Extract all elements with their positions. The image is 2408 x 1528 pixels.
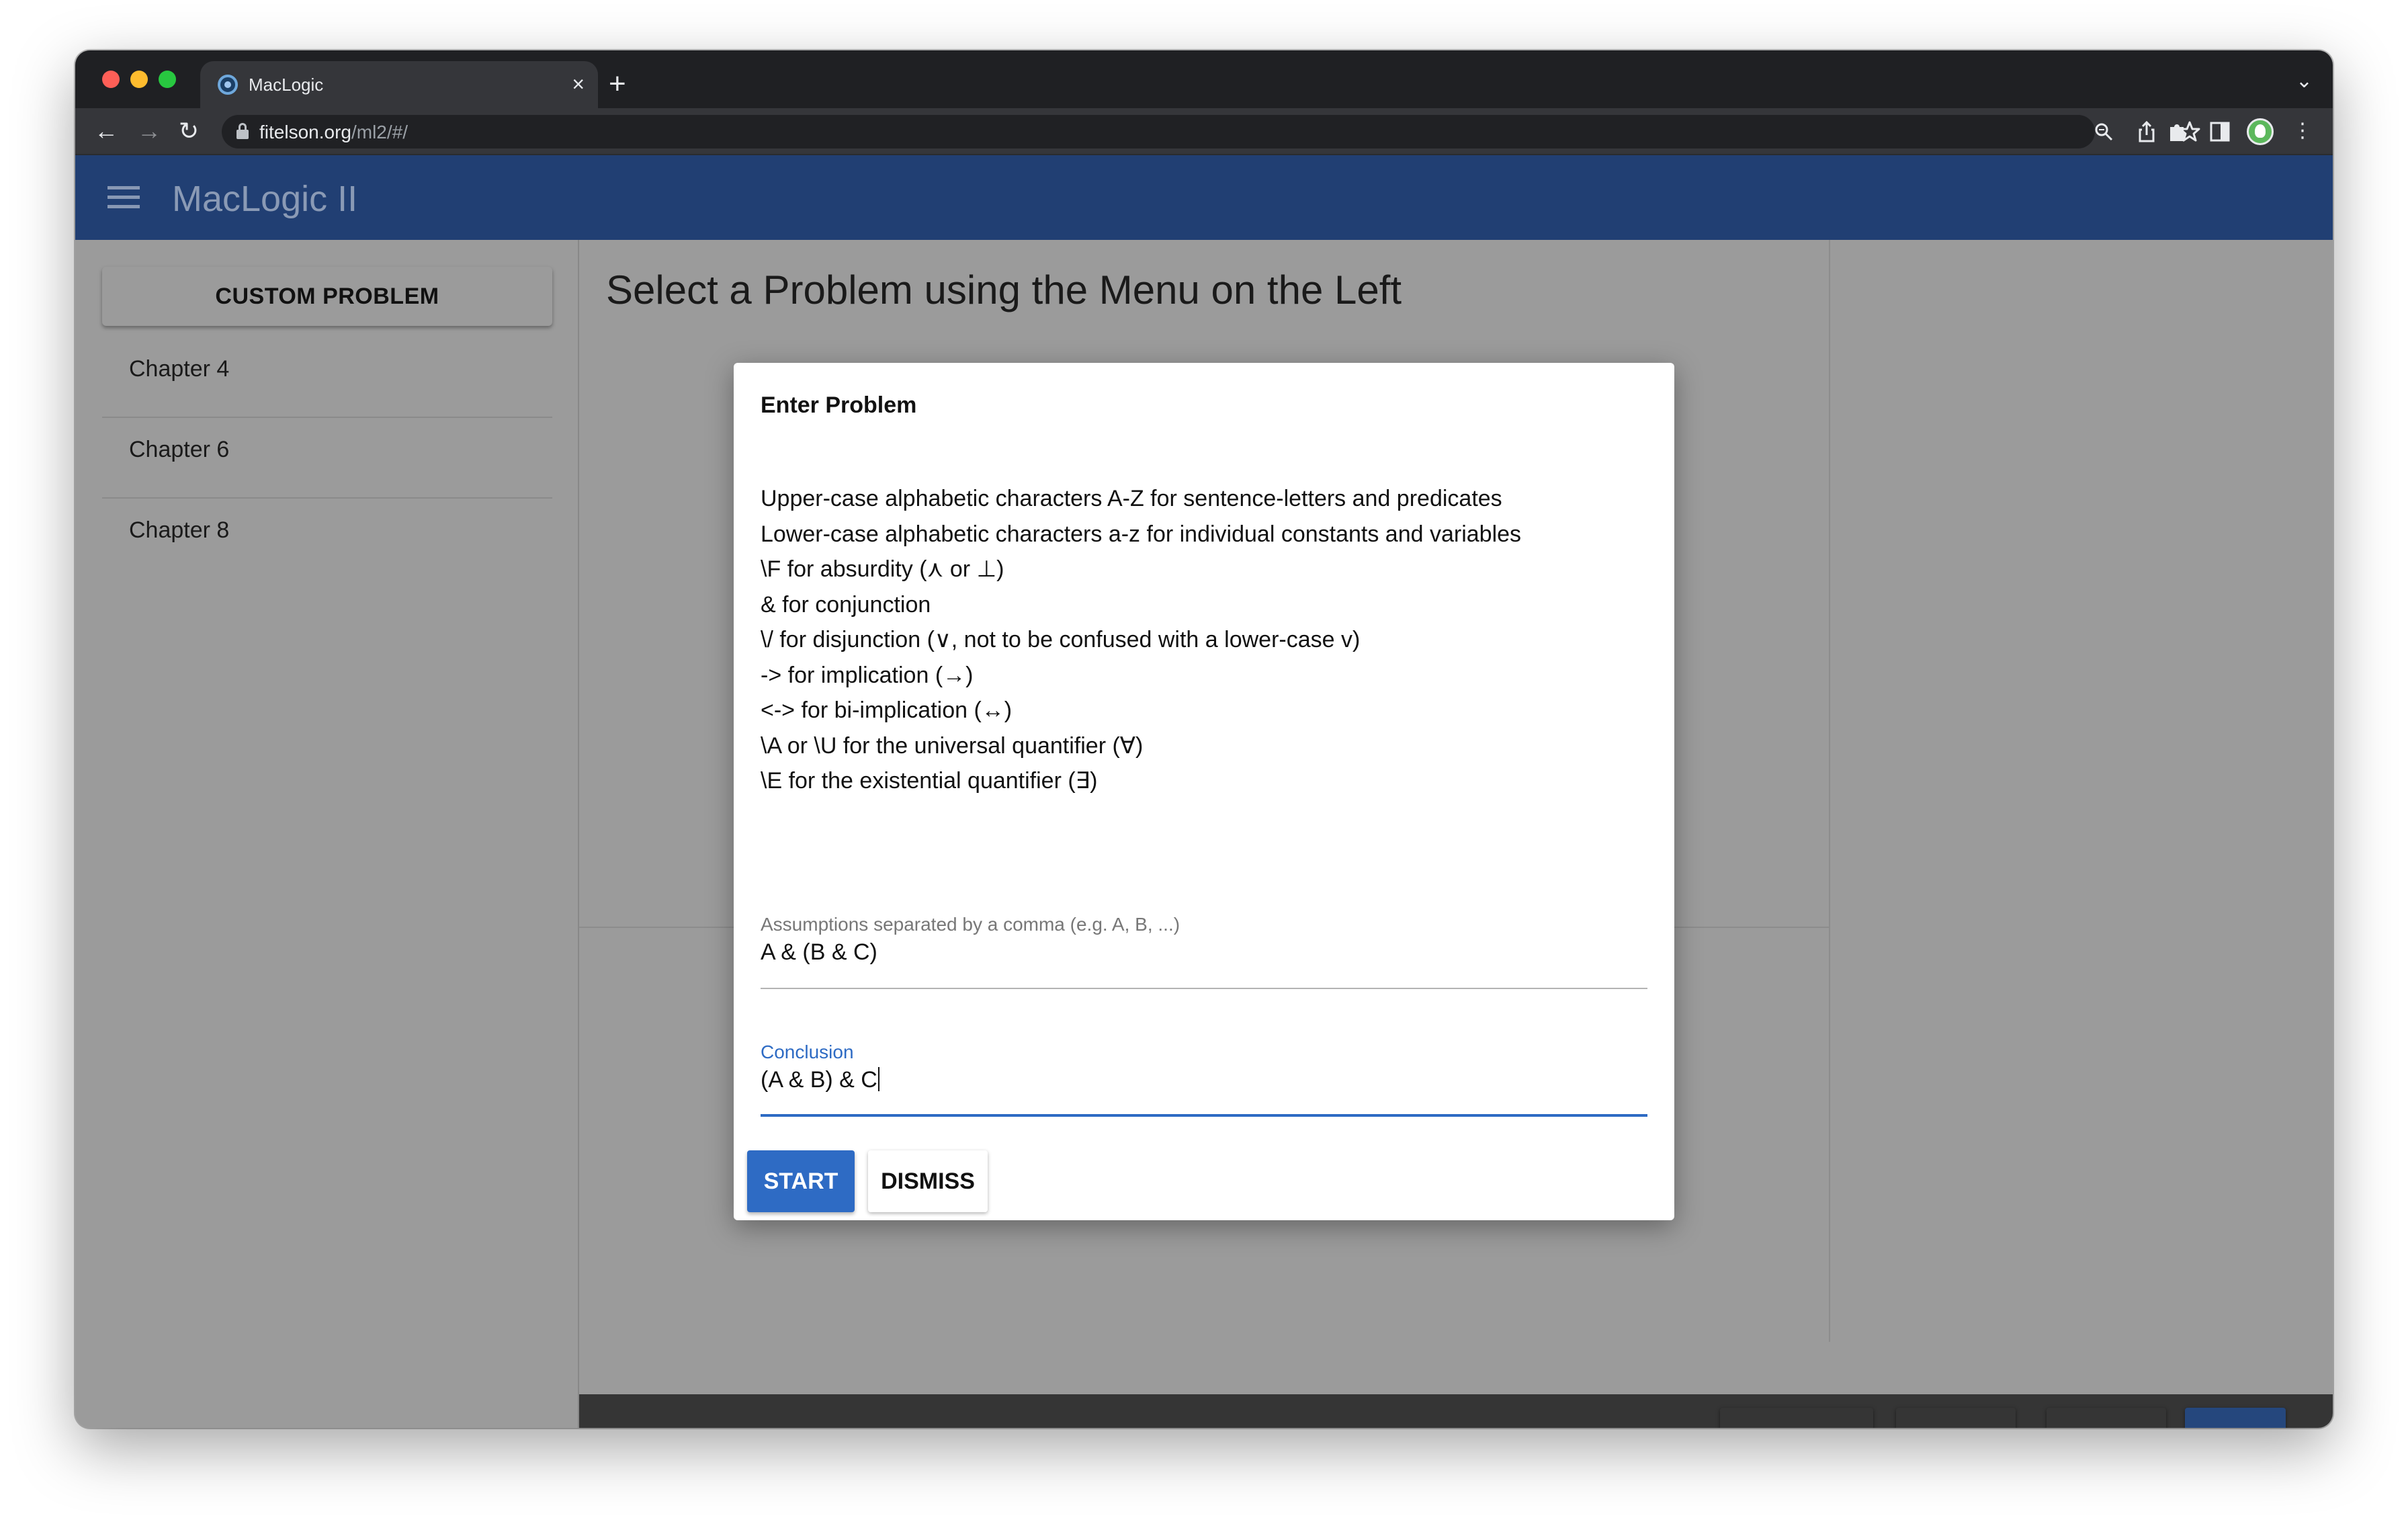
back-arrow-icon[interactable]: ← [94,116,118,146]
url-text: fitelson.org/ml2/#/ [259,122,408,143]
new-tab-icon[interactable]: + [609,69,626,99]
help-line: Upper-case alphabetic characters A-Z for… [761,486,1502,511]
conclusion-input[interactable]: (A & B) & C [761,1067,877,1093]
panel-divider [1829,240,1830,1342]
text-caret [877,1067,879,1091]
assumptions-field[interactable]: Assumptions separated by a comma (e.g. A… [761,914,1647,989]
lock-icon[interactable] [236,123,249,139]
dialog-title: Enter Problem [761,392,917,418]
help-line: \E for the existential quantifier (∃) [761,768,1098,794]
side-panel-icon[interactable] [2209,121,2231,142]
undo-button[interactable]: UNDO [1896,1408,2016,1428]
page-title: Select a Problem using the Menu on the L… [606,267,1402,312]
assumptions-input[interactable]: A & (B & C) [761,939,877,966]
conclusion-field[interactable]: Conclusion (A & B) & C [761,1042,1647,1117]
browser-tab[interactable]: MacLogic × [200,61,598,108]
tab-search-icon[interactable]: ⌄ [2296,69,2313,93]
reload-icon[interactable]: ↻ [179,116,199,146]
app-bar: MacLogic II [75,155,2333,240]
tab-title: MacLogic [249,75,324,95]
sidebar-item-chapter-6[interactable]: Chapter 6 [102,418,552,499]
maximize-window-button[interactable] [159,71,176,88]
tab-close-icon[interactable]: × [572,71,585,97]
sidebar-item-label: Chapter 4 [129,356,230,382]
sidebar: CUSTOM PROBLEM Chapter 4 Chapter 6 Chapt… [75,240,579,1428]
restart-button[interactable]: RESTART [1720,1408,1873,1428]
browser-toolbar: ← → ↻ fitelson.org/ml2/#/ ⋮ [75,108,2333,155]
extensions-icon[interactable] [2166,120,2189,143]
hamburger-menu-icon[interactable] [108,186,140,209]
conclusion-input-wrap[interactable]: (A & B) & C [761,1067,879,1093]
url-path: /ml2/#/ [351,122,408,142]
help-line: \A or \U for the universal quantifier (∀… [761,732,1144,759]
app-title: MacLogic II [172,179,358,219]
favicon-icon [218,75,238,95]
url-host: fitelson.org [259,122,351,142]
help-line: -> for implication (→) [761,662,974,688]
address-bar[interactable]: fitelson.org/ml2/#/ [222,115,2095,148]
minimize-window-button[interactable] [130,71,148,88]
sidebar-item-chapter-4[interactable]: Chapter 4 [102,337,552,418]
close-window-button[interactable] [102,71,120,88]
conclusion-label: Conclusion [761,1042,854,1062]
profile-avatar[interactable] [2247,118,2274,145]
start-button[interactable]: START [747,1150,855,1212]
sidebar-item-chapter-8[interactable]: Chapter 8 [102,499,552,579]
enter-problem-dialog: Enter Problem Upper-case alphabetic char… [734,363,1674,1220]
forward-arrow-icon[interactable]: → [137,116,161,146]
help-line: <-> for bi-implication (↔) [761,697,1013,723]
custom-problem-button[interactable]: CUSTOM PROBLEM [102,267,552,326]
assumptions-label: Assumptions separated by a comma (e.g. A… [761,914,1180,935]
syntax-help-list: Upper-case alphabetic characters A-Z for… [761,481,1654,799]
action-bar: RESTART UNDO REDO RUN [579,1394,2333,1428]
zoom-icon[interactable] [2094,122,2114,142]
dismiss-button[interactable]: DISMISS [868,1150,988,1212]
redo-button[interactable]: REDO [2047,1408,2166,1428]
sidebar-item-label: Chapter 6 [129,437,230,462]
share-icon[interactable] [2137,120,2157,143]
kebab-menu-icon[interactable]: ⋮ [2292,116,2313,146]
help-line: \/ for disjunction (∨, not to be confuse… [761,627,1361,652]
help-line: Lower-case alphabetic characters a-z for… [761,521,1522,547]
tab-bar: MacLogic × + ⌄ [75,50,2333,108]
help-line: & for conjunction [761,591,931,618]
run-button[interactable]: RUN [2185,1408,2286,1428]
help-line: \F for absurdity (⋏ or ⊥) [761,556,1004,582]
sidebar-item-label: Chapter 8 [129,517,230,543]
browser-window: MacLogic × + ⌄ ← → ↻ fitelson.org/ml2/#/ [75,50,2333,1428]
